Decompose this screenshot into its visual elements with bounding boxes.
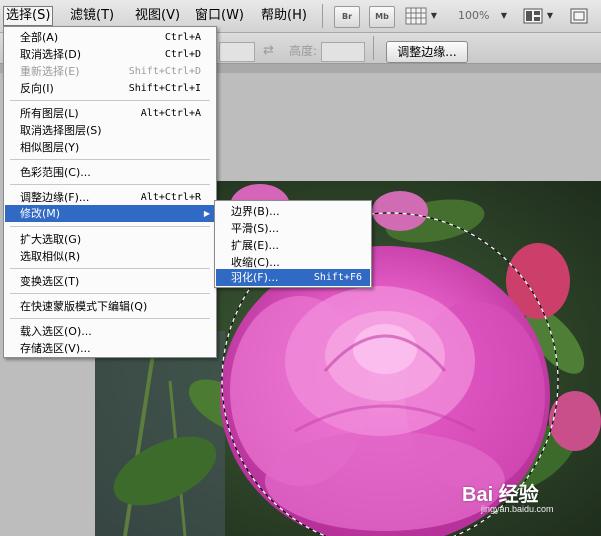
chevron-down-icon[interactable]: ▼	[545, 6, 555, 26]
menu-item-deselect-layers[interactable]: 取消选择图层(S)	[5, 122, 215, 139]
grid-icon[interactable]	[404, 6, 428, 26]
toolbar-separator	[322, 4, 323, 28]
arrange-documents-icon[interactable]	[522, 6, 544, 26]
menu-window[interactable]: 窗口(W)	[193, 7, 246, 25]
menu-item-quick-mask[interactable]: 在快速蒙版模式下编辑(Q)	[5, 298, 215, 315]
submenu-item-feather[interactable]: 羽化(F)... Shift+F6	[216, 269, 370, 286]
select-menu-dropdown: 全部(A) Ctrl+A 取消选择(D) Ctrl+D 重新选择(E) Shift+C…	[3, 26, 217, 358]
submenu-item-expand[interactable]: 扩展(E)...	[216, 237, 370, 254]
modify-submenu: 边界(B)... 平滑(S)... 扩展(E)... 收缩(C)... 羽化(F…	[214, 200, 372, 288]
menu-filter[interactable]: 滤镜(T)	[68, 7, 116, 25]
menu-item-deselect[interactable]: 取消选择(D) Ctrl+D	[5, 46, 215, 63]
menu-separator	[10, 293, 210, 294]
watermark-logo: Bai 经验	[462, 484, 539, 506]
menu-separator	[10, 226, 210, 227]
menu-separator	[10, 184, 210, 185]
chevron-down-icon[interactable]: ▼	[429, 6, 439, 26]
screen-mode-icon[interactable]	[568, 6, 590, 26]
submenu-item-smooth[interactable]: 平滑(S)...	[216, 220, 370, 237]
menu-help[interactable]: 帮助(H)	[259, 7, 309, 25]
menu-item-reselect: 重新选择(E) Shift+Ctrl+D	[20, 65, 201, 78]
bridge-button[interactable]: Br	[334, 6, 360, 28]
menu-item-grow[interactable]: 扩大选取(G)	[5, 231, 215, 248]
menu-item-refine-edge[interactable]: 调整边缘(F)... Alt+Ctrl+R	[5, 189, 215, 206]
chevron-down-icon[interactable]: ▼	[499, 6, 509, 26]
menu-item-all-layers[interactable]: 所有图层(L) Alt+Ctrl+A	[5, 105, 215, 122]
menu-item-similar-layers[interactable]: 相似图层(Y)	[5, 139, 215, 156]
menu-view[interactable]: 视图(V)	[133, 7, 182, 25]
menu-item-modify[interactable]: 修改(M) ▶	[5, 205, 215, 222]
menu-separator	[10, 268, 210, 269]
menu-separator	[10, 159, 210, 160]
menu-item-inverse[interactable]: 反向(I) Shift+Ctrl+I	[5, 80, 215, 97]
width-field[interactable]	[219, 42, 255, 62]
submenu-item-border[interactable]: 边界(B)...	[216, 203, 370, 220]
menu-item-save-selection[interactable]: 存储选区(V)...	[5, 340, 215, 357]
menu-item-all[interactable]: 全部(A) Ctrl+A	[5, 29, 215, 46]
submenu-arrow-icon: ▶	[203, 209, 210, 218]
menu-item-transform-selection[interactable]: 变换选区(T)	[5, 273, 215, 290]
menu-separator	[10, 318, 210, 319]
refine-edge-button[interactable]: 调整边缘...	[386, 41, 468, 63]
menu-item-load-selection[interactable]: 载入选区(O)...	[5, 323, 215, 340]
menu-item-similar[interactable]: 选取相似(R)	[5, 248, 215, 265]
watermark-url: jingyan.baidu.com	[481, 504, 554, 514]
options-separator	[373, 36, 374, 60]
zoom-level[interactable]: 100%	[458, 6, 489, 26]
menu-separator	[10, 100, 210, 101]
height-label: 高度:	[289, 44, 318, 58]
swap-icon[interactable]: ⇄	[263, 43, 274, 59]
height-field[interactable]	[321, 42, 365, 62]
menu-select[interactable]: 选择(S)	[3, 6, 54, 26]
menu-item-color-range[interactable]: 色彩范围(C)...	[5, 164, 215, 181]
mini-bridge-button[interactable]: Mb	[369, 6, 395, 28]
